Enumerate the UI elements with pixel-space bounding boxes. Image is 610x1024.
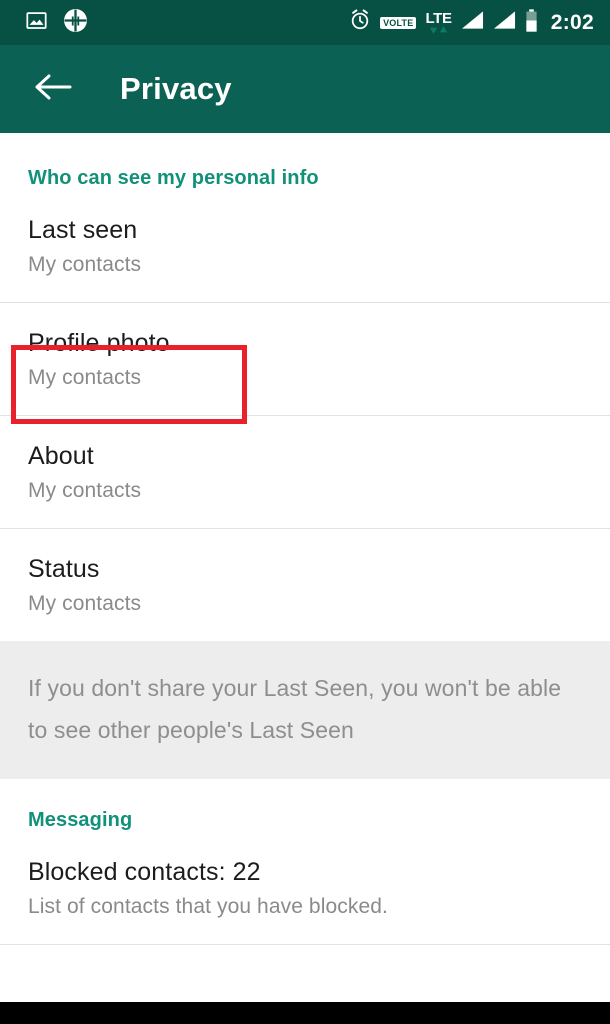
- setting-row-status[interactable]: Status My contacts: [0, 529, 610, 641]
- section-header-messaging: Messaging: [28, 809, 133, 831]
- setting-title: Status: [28, 555, 100, 583]
- status-bar-clock: 2:02: [550, 10, 594, 34]
- privacy-settings-list: Who can see my personal info Last seen M…: [0, 133, 610, 1002]
- lte-data-arrows: [429, 25, 448, 34]
- setting-row-about[interactable]: About My contacts: [0, 416, 610, 528]
- setting-value: My contacts: [28, 366, 142, 389]
- setting-title: Last seen: [28, 216, 138, 244]
- setting-row-blocked-contacts[interactable]: Blocked contacts: 22 List of contacts th…: [0, 832, 610, 944]
- arrow-left-icon: [34, 72, 72, 107]
- setting-title: Profile photo: [28, 329, 170, 357]
- setting-row-last-seen[interactable]: Last seen My contacts: [0, 190, 610, 302]
- status-bar-left-icons: H: [26, 8, 88, 38]
- hike-badge-icon: H: [63, 8, 88, 38]
- setting-value: List of contacts that you have blocked.: [28, 895, 388, 918]
- row-divider: [0, 944, 610, 945]
- signal-1-icon: [461, 10, 484, 35]
- setting-title: Blocked contacts: 22: [28, 858, 261, 886]
- svg-text:H: H: [71, 14, 80, 28]
- page-title: Privacy: [120, 71, 232, 106]
- setting-title: About: [28, 442, 94, 470]
- battery-icon: [525, 8, 538, 37]
- signal-2-icon: [493, 10, 516, 35]
- system-navigation-bar: [0, 1002, 610, 1024]
- section-header-personal-info: Who can see my personal info: [28, 167, 319, 189]
- image-icon: [26, 10, 47, 36]
- lte-icon: LTE: [425, 11, 452, 34]
- setting-row-profile-photo[interactable]: Profile photo My contacts: [0, 303, 610, 415]
- alarm-icon: [349, 9, 371, 36]
- volte-icon: VOLTE: [380, 16, 417, 29]
- info-note-text: If you don't share your Last Seen, you w…: [28, 675, 562, 743]
- phone-screen: H VOLTE LTE 2:02 Privacy Who can see my …: [0, 0, 610, 1024]
- app-bar: Privacy: [0, 45, 610, 133]
- setting-value: My contacts: [28, 253, 142, 276]
- back-button[interactable]: [30, 66, 76, 112]
- setting-value: My contacts: [28, 479, 142, 502]
- last-seen-info-note: If you don't share your Last Seen, you w…: [0, 641, 610, 779]
- status-bar-right-icons: VOLTE LTE 2:02: [349, 8, 594, 37]
- status-bar: H VOLTE LTE 2:02: [0, 0, 610, 45]
- setting-value: My contacts: [28, 592, 142, 615]
